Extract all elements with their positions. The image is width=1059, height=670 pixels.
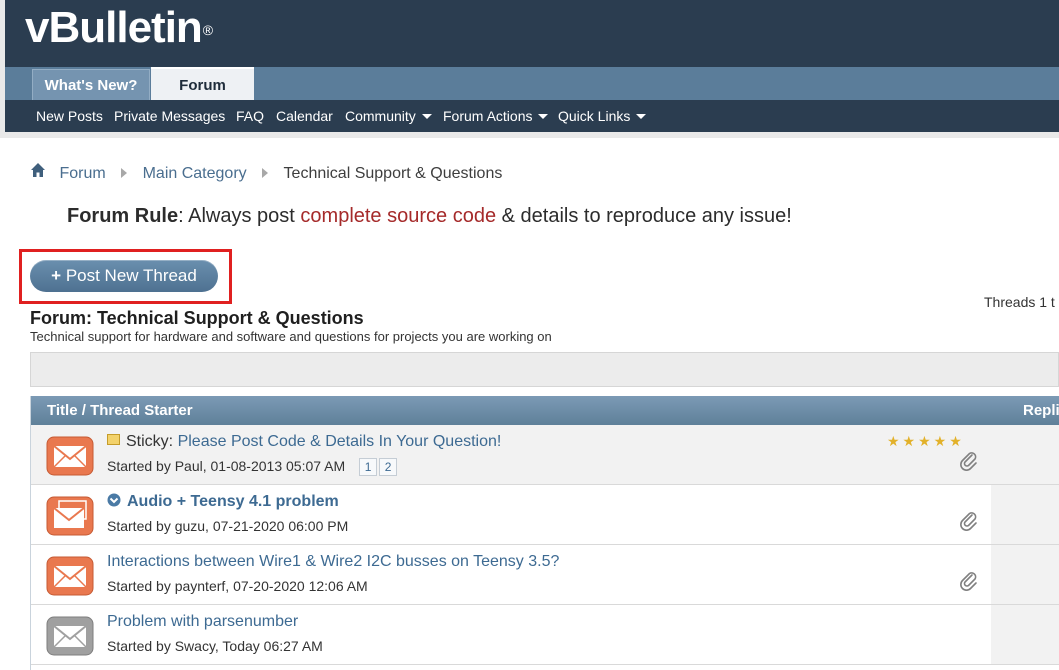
sub-navigation-bar: New Posts Private Messages FAQ Calendar … bbox=[5, 100, 1059, 132]
forum-rule-notice: Forum Rule: Always post complete source … bbox=[67, 205, 792, 228]
go-to-first-new-post-icon[interactable] bbox=[107, 493, 121, 507]
page-link[interactable]: 2 bbox=[379, 458, 398, 477]
column-title-thread-starter[interactable]: Title / Thread Starter bbox=[47, 396, 193, 425]
sticky-icon bbox=[107, 434, 120, 446]
thread-status-multi-envelope-icon[interactable] bbox=[46, 496, 94, 536]
nav-forum-actions-menu[interactable]: Forum Actions bbox=[443, 100, 549, 132]
thread-title-link[interactable]: Problem with parsenumber bbox=[107, 613, 298, 630]
thread-rating-stars: ★★★★★ bbox=[887, 433, 965, 449]
thread-row: Audio + Teensy 4.1 problem Started by gu… bbox=[31, 485, 1059, 545]
column-replies[interactable]: Repli bbox=[1023, 396, 1059, 425]
vbulletin-logo[interactable]: vBulletin® bbox=[25, 3, 213, 53]
logo-registered-mark: ® bbox=[202, 22, 213, 38]
chevron-down-icon bbox=[636, 113, 647, 119]
nav-faq[interactable]: FAQ bbox=[236, 100, 264, 132]
chevron-down-icon bbox=[538, 113, 549, 119]
page-link[interactable]: 1 bbox=[359, 458, 378, 477]
breadcrumb-arrow-icon bbox=[121, 168, 128, 178]
nav-calendar[interactable]: Calendar bbox=[276, 100, 333, 132]
thread-title-link[interactable]: Please Post Code & Details In Your Quest… bbox=[178, 433, 502, 450]
plus-icon: + bbox=[51, 266, 62, 285]
tab-forum[interactable]: Forum bbox=[151, 67, 254, 100]
forum-rule-highlight: complete source code bbox=[300, 205, 497, 227]
thread-list-header: Title / Thread Starter Repli bbox=[31, 396, 1059, 425]
nav-quick-links-label: Quick Links bbox=[558, 108, 631, 124]
logo-text: vBulletin bbox=[25, 3, 203, 52]
thread-title-link[interactable]: Audio + Teensy 4.1 problem bbox=[127, 493, 339, 510]
breadcrumb-main-category[interactable]: Main Category bbox=[143, 165, 247, 182]
tab-whats-new[interactable]: What's New? bbox=[32, 69, 150, 100]
forum-rule-text-pre: : Always post bbox=[178, 205, 301, 227]
thread-starter: Started by guzu, 07-21-2020 06:00 PM bbox=[107, 518, 349, 534]
thread-filter-bar bbox=[30, 352, 1059, 387]
post-new-thread-button[interactable]: + Post New Thread bbox=[30, 260, 218, 292]
forum-content: Forum Main Category Technical Support & … bbox=[5, 148, 1059, 670]
attachment-paperclip-icon[interactable] bbox=[959, 511, 979, 531]
nav-quick-links-menu[interactable]: Quick Links bbox=[558, 100, 647, 132]
thread-starter: Started by Swacy, Today 06:27 AM bbox=[107, 638, 323, 654]
forum-rule-text-post: & details to reproduce any issue! bbox=[496, 205, 792, 227]
forum-rule-label: Forum Rule bbox=[67, 205, 179, 227]
thread-list: Title / Thread Starter Repli Sticky: Ple… bbox=[30, 396, 1059, 670]
breadcrumb-arrow-icon bbox=[262, 168, 269, 178]
post-new-thread-label: Post New Thread bbox=[65, 266, 197, 285]
thread-title-link[interactable]: Interactions between Wire1 & Wire2 I2C b… bbox=[107, 553, 559, 570]
sticky-prefix: Sticky: bbox=[126, 433, 174, 450]
nav-new-posts[interactable]: New Posts bbox=[36, 100, 103, 132]
thread-pagination: 12 bbox=[357, 458, 398, 477]
attachment-paperclip-icon[interactable] bbox=[959, 451, 979, 471]
attachment-paperclip-icon[interactable] bbox=[959, 571, 979, 591]
breadcrumb-forum[interactable]: Forum bbox=[59, 165, 105, 182]
thread-row: Problem with parsenumber Started by Swac… bbox=[31, 605, 1059, 665]
header-logo-bar: vBulletin® bbox=[5, 0, 1059, 67]
home-icon[interactable] bbox=[30, 162, 46, 178]
forum-title: Forum: Technical Support & Questions bbox=[30, 308, 364, 328]
thread-status-envelope-icon[interactable] bbox=[46, 556, 94, 596]
thread-status-envelope-icon[interactable] bbox=[46, 436, 94, 476]
chevron-down-icon bbox=[421, 113, 432, 119]
main-tab-bar: What's New? Forum bbox=[5, 67, 1059, 100]
nav-private-messages[interactable]: Private Messages bbox=[114, 100, 225, 132]
thread-row: Sticky: Please Post Code & Details In Yo… bbox=[31, 425, 1059, 485]
thread-status-envelope-read-icon[interactable] bbox=[46, 616, 94, 656]
thread-starter: Started by Paul, 01-08-2013 05:07 AM bbox=[107, 458, 346, 474]
nav-community-menu[interactable]: Community bbox=[345, 100, 432, 132]
nav-forum-actions-label: Forum Actions bbox=[443, 108, 533, 124]
thread-starter: Started by paynterf, 07-20-2020 12:06 AM bbox=[107, 578, 368, 594]
site-header: vBulletin® What's New? Forum New Posts P… bbox=[0, 0, 1059, 138]
breadcrumb: Forum Main Category Technical Support & … bbox=[30, 162, 502, 182]
nav-community-label: Community bbox=[345, 108, 416, 124]
breadcrumb-current: Technical Support & Questions bbox=[283, 164, 503, 182]
forum-description: Technical support for hardware and softw… bbox=[30, 329, 552, 344]
thread-row: Interactions between Wire1 & Wire2 I2C b… bbox=[31, 545, 1059, 605]
threads-count: Threads 1 t bbox=[984, 294, 1055, 310]
